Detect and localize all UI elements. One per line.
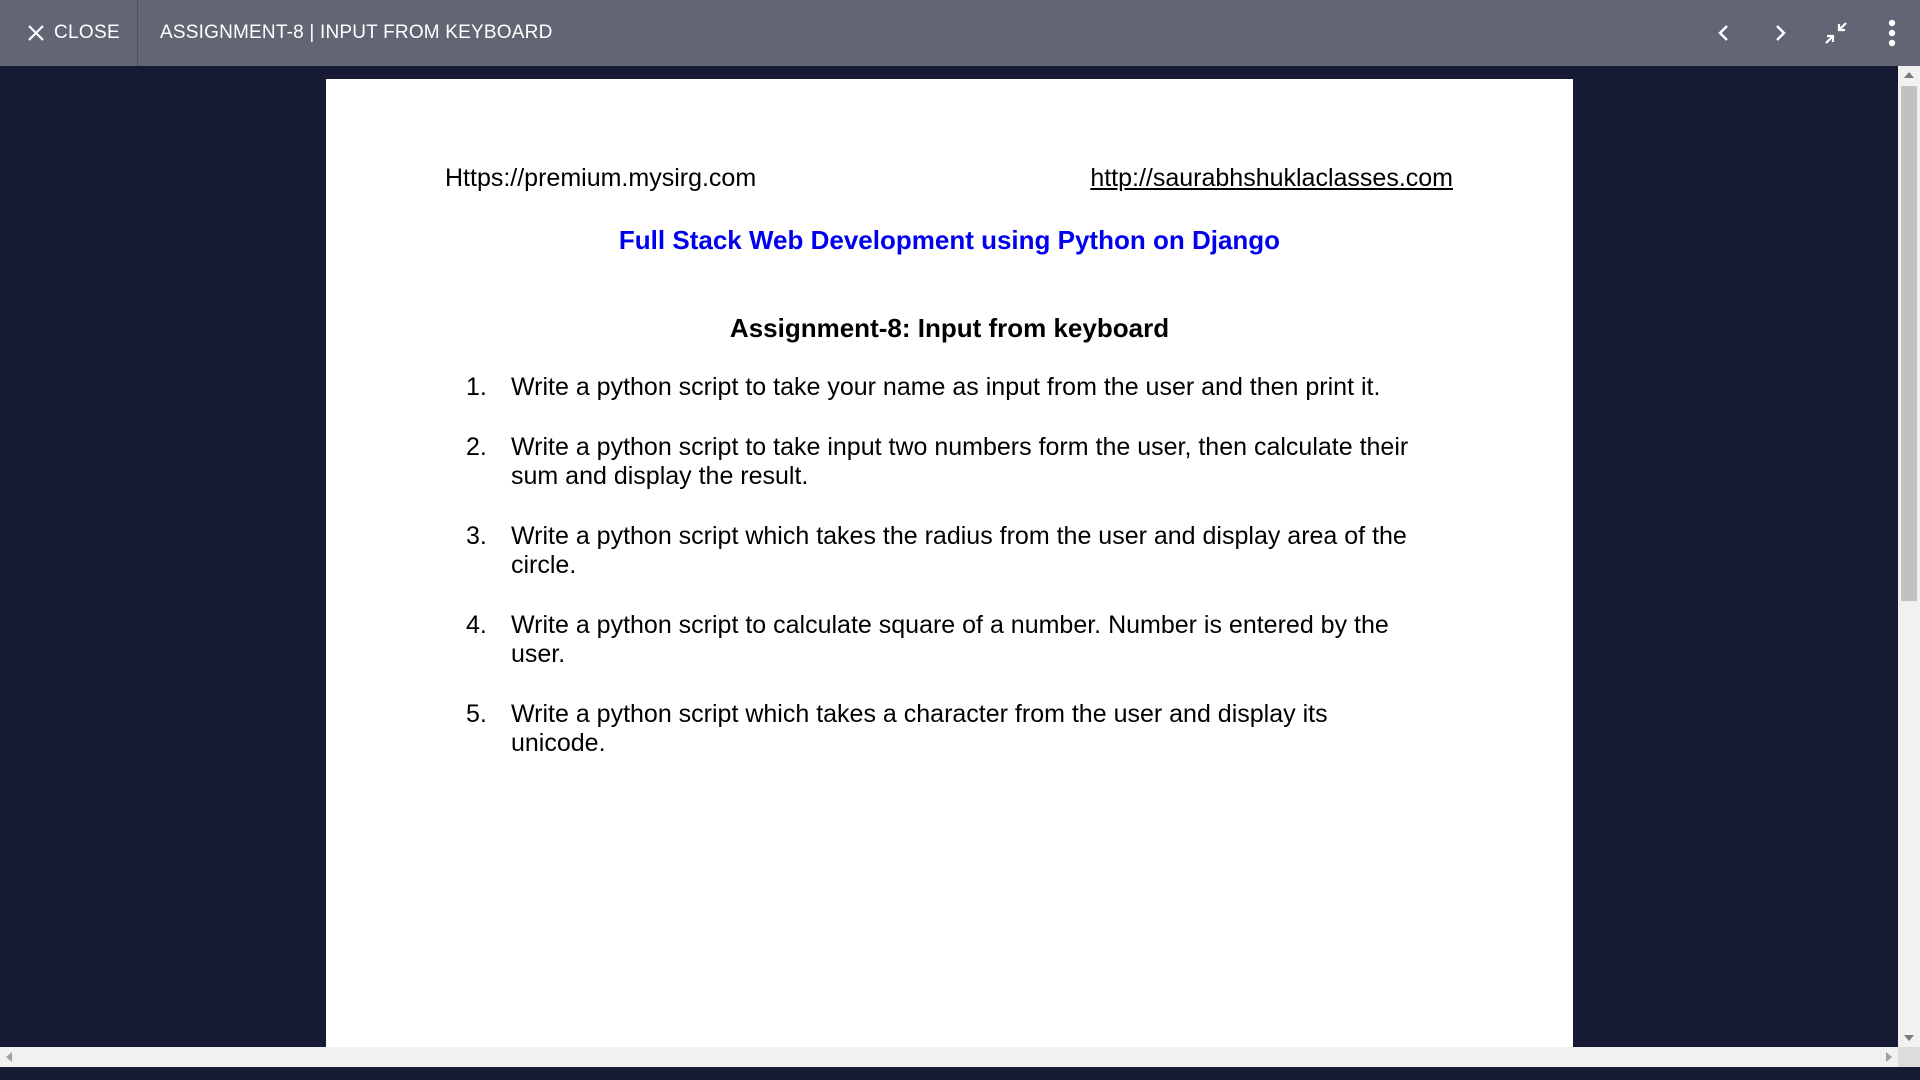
task-text: Write a python script to take your name … [511, 373, 1381, 401]
task-text: Write a python script which takes the ra… [511, 522, 1407, 579]
task-number: 4. [466, 611, 487, 639]
task-number: 1. [466, 373, 487, 401]
vertical-scrollbar[interactable] [1898, 66, 1920, 1047]
scroll-down-arrow-icon[interactable] [1904, 1035, 1914, 1041]
task-item: 4. Write a python script to calculate sq… [466, 611, 1426, 669]
scroll-up-arrow-icon[interactable] [1904, 72, 1914, 78]
assignment-title: Assignment-8: Input from keyboard [729, 313, 1170, 343]
more-options-button[interactable] [1864, 0, 1920, 66]
task-item: 1. Write a python script to take your na… [466, 373, 1426, 402]
exit-fullscreen-button[interactable] [1808, 0, 1864, 66]
scroll-right-arrow-icon[interactable] [1886, 1052, 1892, 1062]
viewer-toolbar: CLOSE ASSIGNMENT-8 | INPUT FROM KEYBOARD [0, 0, 1920, 66]
toolbar-actions [1696, 0, 1920, 66]
horizontal-scrollbar[interactable] [0, 1047, 1898, 1067]
document-page: Https://premium.mysirg.com http://saurab… [326, 79, 1573, 1047]
course-title: Full Stack Web Development using Python … [618, 225, 1281, 255]
previous-button[interactable] [1696, 0, 1752, 66]
close-icon [28, 25, 44, 41]
task-text: Write a python script which takes a char… [511, 700, 1328, 757]
vertical-scroll-thumb[interactable] [1901, 86, 1917, 601]
task-number: 3. [466, 522, 487, 550]
document-viewer[interactable]: Https://premium.mysirg.com http://saurab… [0, 66, 1898, 1047]
task-item: 5. Write a python script which takes a c… [466, 700, 1426, 758]
task-item: 3. Write a python script which takes the… [466, 522, 1426, 580]
next-button[interactable] [1752, 0, 1808, 66]
chevron-right-icon [1776, 25, 1786, 41]
header-url-right-link[interactable]: http://saurabhshuklaclasses.com [1090, 164, 1453, 193]
bottom-strip [0, 1067, 1920, 1080]
scrollbar-corner [1898, 1047, 1920, 1067]
more-vertical-icon [1888, 19, 1896, 47]
task-text: Write a python script to calculate squar… [511, 611, 1389, 668]
document-title: ASSIGNMENT-8 | INPUT FROM KEYBOARD [160, 22, 553, 43]
task-list: 1. Write a python script to take your na… [466, 373, 1426, 789]
task-number: 5. [466, 700, 487, 728]
exit-fullscreen-icon [1825, 22, 1847, 44]
task-text: Write a python script to take input two … [511, 433, 1409, 490]
task-item: 2. Write a python script to take input t… [466, 433, 1426, 491]
header-url-left: Https://premium.mysirg.com [445, 164, 757, 192]
close-label: CLOSE [54, 22, 120, 43]
chevron-left-icon [1718, 25, 1728, 41]
scroll-left-arrow-icon[interactable] [6, 1052, 12, 1062]
close-button[interactable]: CLOSE [0, 0, 138, 66]
task-number: 2. [466, 433, 487, 461]
